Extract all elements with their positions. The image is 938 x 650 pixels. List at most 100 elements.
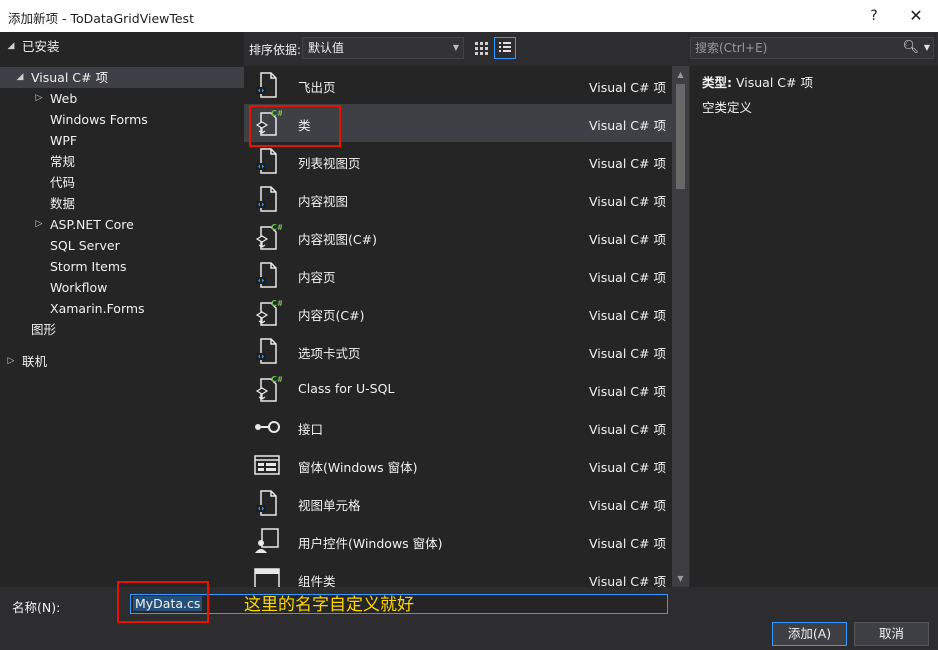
tree-item-common[interactable]: 常规 [0, 151, 244, 172]
tree-item-installed[interactable]: ◢ 已安装 [0, 36, 244, 57]
template-name: 内容视图(C#) [298, 232, 377, 247]
user-control-icon [252, 526, 282, 556]
template-name: 视图单元格 [298, 498, 361, 513]
search-options-arrow-icon[interactable]: ▼ [924, 38, 930, 58]
tree-item-windows-forms[interactable]: Windows Forms [0, 109, 244, 130]
grid-view-button[interactable] [470, 37, 492, 59]
template-language: Visual C# 项 [589, 194, 666, 209]
tree-item-aspnet-core[interactable]: ▷ ASP.NET Core [0, 214, 244, 235]
tree-item-sql-server[interactable]: SQL Server [0, 235, 244, 256]
tree-item-label: Storm Items [50, 259, 127, 274]
tree-item-label: Xamarin.Forms [50, 301, 145, 316]
template-language: Visual C# 项 [589, 270, 666, 285]
add-button[interactable]: 添加(A) [772, 622, 847, 646]
template-row[interactable]: 用户控件(Windows 窗体) Visual C# 项 [244, 522, 672, 560]
tree-item-label: 数据 [50, 196, 76, 211]
help-button[interactable]: ? [860, 4, 888, 28]
tree-item-graphics[interactable]: 图形 [0, 319, 244, 340]
template-name: 列表视图页 [298, 156, 361, 171]
template-row[interactable]: C# 内容页(C#) Visual C# 项 [244, 294, 672, 332]
template-language: Visual C# 项 [589, 232, 666, 247]
template-row[interactable]: 内容视图 Visual C# 项 [244, 180, 672, 218]
template-name: 内容页(C#) [298, 308, 365, 323]
template-row[interactable]: 视图单元格 Visual C# 项 [244, 484, 672, 522]
tree-item-wpf[interactable]: WPF [0, 130, 244, 151]
template-language: Visual C# 项 [589, 80, 666, 95]
tree-item-label: SQL Server [50, 238, 120, 253]
expanded-arrow-icon[interactable]: ◢ [14, 67, 26, 88]
csharp-class-icon: C# [252, 374, 282, 404]
search-input[interactable]: 搜索(Ctrl+E) 🔍︎ ▼ [690, 37, 934, 59]
template-row[interactable]: 列表视图页 Visual C# 项 [244, 142, 672, 180]
vertical-scrollbar[interactable]: ▲ ▼ [672, 66, 689, 587]
template-row[interactable]: 内容页 Visual C# 项 [244, 256, 672, 294]
template-name: 组件类 [298, 574, 336, 587]
collapsed-arrow-icon[interactable]: ▷ [5, 351, 17, 372]
scroll-up-arrow-icon[interactable]: ▲ [672, 66, 689, 83]
template-name: 用户控件(Windows 窗体) [298, 536, 443, 551]
title-bar: 添加新项 - ToDataGridViewTest ? ✕ [0, 0, 938, 32]
category-tree: ◢ 已安装 ◢ Visual C# 项 ▷ Web Windows Forms … [0, 32, 244, 587]
tree-item-data[interactable]: 数据 [0, 193, 244, 214]
template-name: 内容视图 [298, 194, 349, 209]
svg-text:C#: C# [271, 375, 282, 384]
sort-value: 默认值 [308, 41, 345, 55]
tree-item-xamarin-forms[interactable]: Xamarin.Forms [0, 298, 244, 319]
csharp-class-icon: C# [252, 298, 282, 328]
window-title: 添加新项 - ToDataGridViewTest [8, 11, 194, 26]
template-language: Visual C# 项 [589, 536, 666, 551]
collapsed-arrow-icon[interactable]: ▷ [33, 214, 45, 235]
type-value: Visual C# 项 [735, 75, 813, 90]
template-row[interactable]: 选项卡式页 Visual C# 项 [244, 332, 672, 370]
page-icon [252, 336, 282, 366]
svg-text:C#: C# [271, 299, 282, 308]
description: 空类定义 [702, 100, 753, 115]
form-icon [252, 450, 282, 480]
template-language: Visual C# 项 [589, 308, 666, 323]
tree-item-label: Web [50, 91, 78, 106]
search-placeholder: 搜索(Ctrl+E) [695, 41, 768, 55]
csharp-class-icon: C# [252, 222, 282, 252]
tree-item-web[interactable]: ▷ Web [0, 88, 244, 109]
tree-item-label: Windows Forms [50, 112, 148, 127]
search-icon[interactable]: 🔍︎ [902, 38, 919, 58]
scroll-thumb[interactable] [676, 84, 685, 189]
template-language: Visual C# 项 [589, 498, 666, 513]
dropdown-arrow-icon: ▼ [452, 43, 459, 52]
sort-dropdown[interactable]: 默认值 ▼ [302, 37, 464, 59]
tree-item-visual-csharp[interactable]: ◢ Visual C# 项 [0, 67, 244, 88]
sort-label: 排序依据: [249, 43, 302, 57]
expanded-arrow-icon[interactable]: ◢ [5, 36, 17, 57]
tree-item-label: Workflow [50, 280, 108, 295]
highlight-box-name [117, 581, 209, 623]
template-row[interactable]: 组件类 Visual C# 项 [244, 560, 672, 587]
list-view-button[interactable] [494, 37, 516, 59]
tree-item-workflow[interactable]: Workflow [0, 277, 244, 298]
tree-item-label: 代码 [50, 175, 76, 190]
template-language: Visual C# 项 [589, 346, 666, 361]
type-line: 类型: Visual C# 项 [702, 72, 813, 91]
template-name: 飞出页 [298, 80, 336, 95]
scroll-down-arrow-icon[interactable]: ▼ [672, 570, 689, 587]
component-icon [252, 564, 282, 587]
cancel-button[interactable]: 取消 [854, 622, 929, 646]
close-button[interactable]: ✕ [902, 4, 930, 28]
page-icon [252, 488, 282, 518]
type-label: 类型: [702, 75, 732, 90]
tree-item-online[interactable]: ▷ 联机 [0, 351, 244, 372]
template-name: 选项卡式页 [298, 346, 361, 361]
collapsed-arrow-icon[interactable]: ▷ [33, 88, 45, 109]
tree-item-label: 图形 [31, 322, 57, 337]
tree-item-storm-items[interactable]: Storm Items [0, 256, 244, 277]
template-row[interactable]: 飞出页 Visual C# 项 [244, 66, 672, 104]
template-row[interactable]: 窗体(Windows 窗体) Visual C# 项 [244, 446, 672, 484]
template-row[interactable]: 接口 Visual C# 项 [244, 408, 672, 446]
template-language: Visual C# 项 [589, 460, 666, 475]
template-row[interactable]: C# Class for U-SQL Visual C# 项 [244, 370, 672, 408]
tree-item-code[interactable]: 代码 [0, 172, 244, 193]
template-row[interactable]: C# 内容视图(C#) Visual C# 项 [244, 218, 672, 256]
tree-item-label: Visual C# 项 [31, 70, 108, 85]
details-pane: 类型: Visual C# 项 空类定义 [690, 66, 938, 587]
template-name: 窗体(Windows 窗体) [298, 460, 418, 475]
tree-item-label: 常规 [50, 154, 76, 169]
